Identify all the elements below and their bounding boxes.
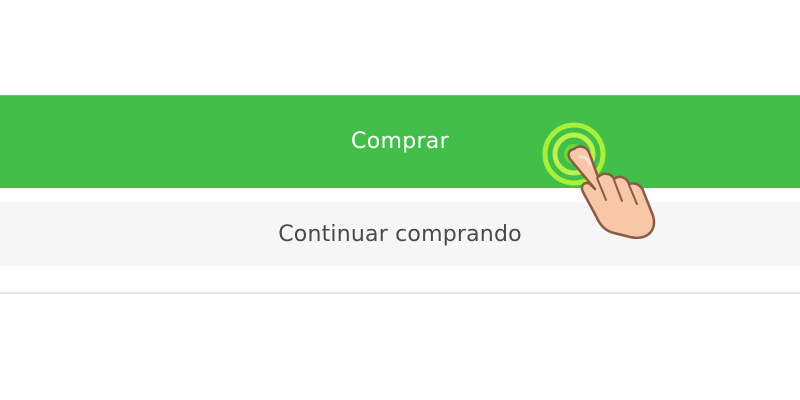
buy-button[interactable]: Comprar bbox=[0, 95, 800, 188]
continue-shopping-button[interactable]: Continuar comprando bbox=[0, 202, 800, 266]
buy-button-label: Comprar bbox=[351, 128, 449, 154]
divider bbox=[0, 292, 800, 294]
continue-shopping-label: Continuar comprando bbox=[278, 221, 522, 247]
checkout-actions: Comprar Continuar comprando bbox=[0, 0, 800, 400]
